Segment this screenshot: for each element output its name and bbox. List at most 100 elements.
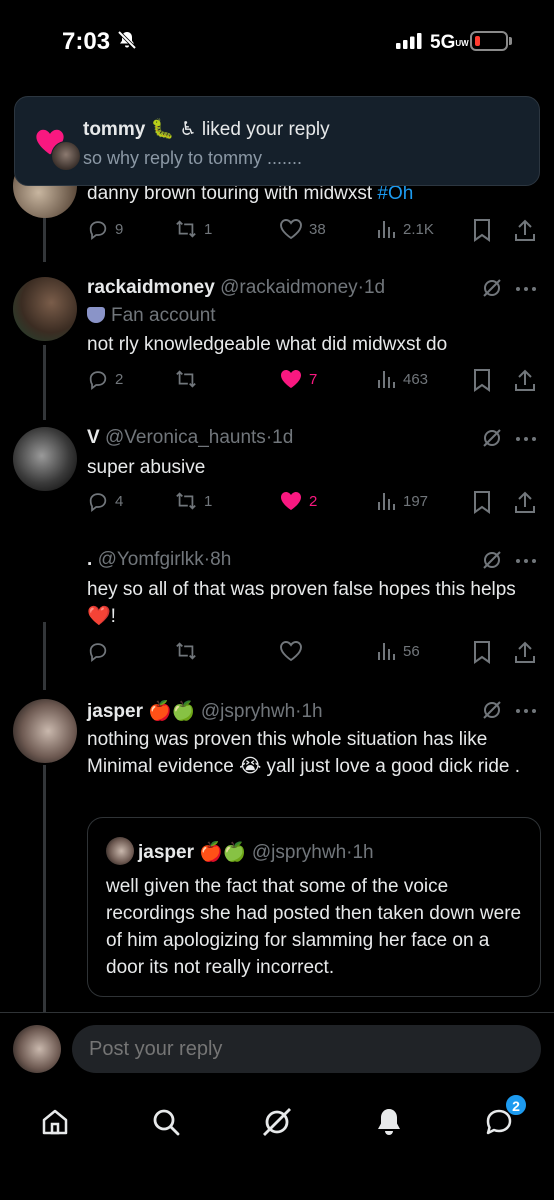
battery-icon (470, 31, 508, 51)
avatar[interactable] (13, 699, 77, 763)
home-icon (42, 1109, 68, 1135)
retweet-button[interactable] (174, 640, 204, 662)
more-icon[interactable] (515, 708, 537, 714)
like-button[interactable]: 2 (279, 490, 317, 512)
display-name[interactable]: . (87, 549, 92, 570)
tweet-text: super abusive (87, 457, 206, 478)
reply-bar (0, 1012, 554, 1082)
tweet-header: jasper 🍎🍏 @jspryhwh·1h (87, 701, 323, 722)
views-button[interactable]: 2.1K (377, 218, 434, 240)
like-notification[interactable]: tommy 🐛 ♿ liked your reply so why reply … (14, 96, 540, 186)
reply-button[interactable]: 2 (87, 368, 123, 390)
reply-input[interactable] (72, 1025, 541, 1073)
grok-tab-icon (263, 1108, 291, 1136)
notification-preview: so why reply to tommy ....... (83, 148, 303, 168)
tab-home[interactable] (35, 1102, 75, 1142)
handle[interactable]: @Veronica_haunts (105, 427, 266, 448)
handle[interactable]: @rackaidmoney (220, 277, 358, 298)
display-name[interactable]: rackaidmoney (87, 277, 215, 298)
handle[interactable]: @jspryhwh (201, 701, 295, 722)
name-emoji: 🍎🍏 (148, 701, 196, 722)
tweet-actions: 56 (87, 640, 542, 666)
display-name[interactable]: V (87, 427, 100, 448)
reply-button[interactable]: 9 (87, 218, 123, 240)
reply-icon (89, 493, 107, 512)
timestamp: 1d (363, 277, 386, 298)
retweet-icon (176, 642, 196, 660)
tab-search[interactable] (146, 1102, 186, 1142)
avatar[interactable] (13, 549, 77, 613)
thread-line (43, 345, 46, 420)
timestamp: 1h (301, 701, 323, 722)
tweet-text: nothing was proven this whole situation … (87, 729, 521, 777)
bookmark-icon[interactable] (472, 490, 492, 514)
grok-icon[interactable] (482, 550, 502, 570)
retweet-icon (176, 220, 196, 238)
tab-grok[interactable] (257, 1102, 297, 1142)
name-emoji: 🍎🍏 (199, 842, 247, 863)
grok-icon[interactable] (482, 700, 502, 720)
quote-header: jasper 🍎🍏 @jspryhwh·1h (138, 842, 374, 863)
retweet-icon (176, 370, 196, 388)
tab-bar (0, 1082, 554, 1200)
views-button[interactable]: 197 (377, 490, 428, 512)
timestamp: 8h (210, 549, 232, 570)
tweet-text: hey so all of that was proven false hope… (87, 579, 516, 627)
quote-text: well given the fact that some of the voi… (106, 876, 522, 978)
thread-line (43, 212, 46, 262)
notification-title: tommy 🐛 ♿ liked your reply (83, 119, 330, 140)
views-icon (378, 643, 395, 660)
reply-button[interactable] (87, 640, 115, 662)
retweet-button[interactable] (174, 368, 204, 390)
more-icon[interactable] (515, 286, 537, 292)
share-icon[interactable] (514, 368, 536, 392)
thread-line (43, 765, 46, 1012)
signal-icon (396, 33, 422, 49)
views-button[interactable]: 56 (377, 640, 420, 662)
search-icon (153, 1109, 180, 1136)
share-icon[interactable] (514, 640, 536, 664)
more-icon[interactable] (515, 436, 537, 442)
quote-tweet[interactable]: jasper 🍎🍏 @jspryhwh·1h well given the fa… (87, 817, 541, 997)
views-icon (378, 493, 395, 510)
status-bar: 7:03 5GUW (0, 0, 554, 84)
network-label: 5GUW (430, 32, 469, 53)
tweet-header: . @Yomfgirlkk·8h (87, 549, 232, 570)
like-button[interactable]: 7 (279, 368, 317, 390)
status-time: 7:03 (62, 28, 111, 55)
views-icon (378, 371, 395, 388)
mask-icon (87, 307, 105, 323)
views-button[interactable]: 463 (377, 368, 428, 390)
avatar[interactable] (13, 427, 77, 491)
share-icon[interactable] (514, 490, 536, 514)
thread-line (43, 622, 46, 690)
grok-icon[interactable] (482, 428, 502, 448)
display-name: jasper (138, 842, 194, 863)
reply-icon (89, 221, 107, 240)
hashtag-link[interactable]: #Oh (377, 183, 413, 204)
reply-icon (89, 371, 107, 390)
like-button[interactable] (279, 640, 309, 662)
tweet-actions: 9 1 38 2.1K (87, 218, 542, 244)
grok-icon[interactable] (482, 278, 502, 298)
handle[interactable]: @Yomfgirlkk (98, 549, 204, 570)
tweet-header: V @Veronica_haunts·1d (87, 427, 294, 448)
tweet-actions: 4 1 2 197 (87, 490, 542, 516)
messages-badge: 2 (505, 1094, 527, 1116)
like-button[interactable]: 38 (279, 218, 326, 240)
tweet-header: rackaidmoney @rackaidmoney·1d (87, 277, 386, 298)
tab-notifications[interactable] (369, 1102, 409, 1142)
bookmark-icon[interactable] (472, 368, 492, 392)
bookmark-icon[interactable] (472, 640, 492, 664)
avatar (51, 141, 81, 171)
retweet-button[interactable]: 1 (174, 218, 212, 240)
display-name[interactable]: jasper (87, 701, 143, 722)
avatar (106, 837, 134, 865)
retweet-button[interactable]: 1 (174, 490, 212, 512)
avatar[interactable] (13, 277, 77, 341)
views-icon (378, 221, 395, 238)
share-icon[interactable] (514, 218, 536, 242)
more-icon[interactable] (515, 558, 537, 564)
bookmark-icon[interactable] (472, 218, 492, 242)
reply-button[interactable]: 4 (87, 490, 123, 512)
